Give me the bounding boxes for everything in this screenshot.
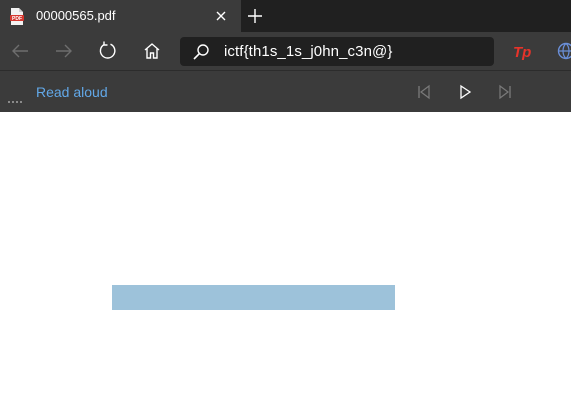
address-bar[interactable]: ictf{th1s_1s_j0hn_c3n@}	[180, 37, 494, 66]
pdf-file-icon: PDF	[10, 8, 24, 25]
extension-badge-text: Tp	[513, 44, 531, 60]
new-tab-icon[interactable]	[247, 8, 263, 24]
play-icon[interactable]	[457, 84, 473, 100]
globe-icon[interactable]	[556, 41, 571, 61]
tab-active[interactable]: PDF 00000565.pdf	[0, 0, 241, 32]
text-highlight	[112, 285, 395, 310]
refresh-icon[interactable]	[98, 41, 118, 61]
read-aloud-label[interactable]: Read aloud	[36, 84, 108, 100]
tab-strip: PDF 00000565.pdf	[0, 0, 571, 32]
previous-icon[interactable]	[416, 84, 432, 100]
tab-title: 00000565.pdf	[36, 8, 116, 23]
back-arrow-icon[interactable]	[10, 41, 30, 61]
next-icon[interactable]	[497, 84, 513, 100]
pdf-badge-text: PDF	[12, 16, 22, 22]
grip-dots-icon[interactable]	[8, 91, 24, 103]
extension-icon[interactable]: Tp	[513, 42, 533, 61]
forward-arrow-icon[interactable]	[54, 41, 74, 61]
address-text[interactable]: ictf{th1s_1s_j0hn_c3n@}	[224, 43, 392, 60]
pdf-document-area	[0, 112, 571, 405]
search-icon	[192, 43, 210, 61]
close-icon[interactable]	[214, 9, 228, 23]
browser-toolbar: ictf{th1s_1s_j0hn_c3n@} Tp	[0, 32, 571, 70]
read-aloud-bar: Read aloud	[0, 70, 571, 112]
home-icon[interactable]	[142, 41, 162, 61]
